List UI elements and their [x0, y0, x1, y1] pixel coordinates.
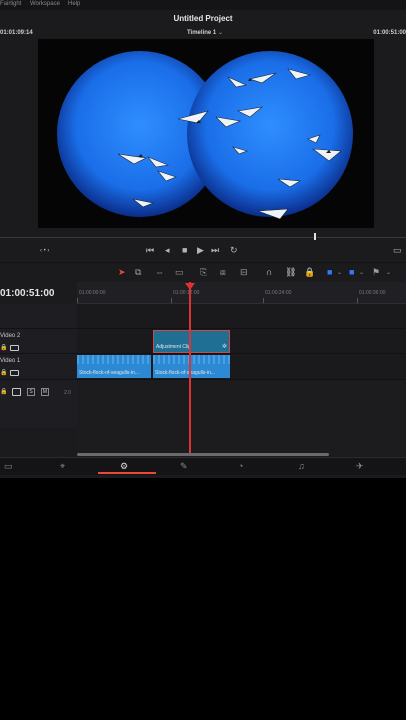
skip-start-icon[interactable]: ⏮	[146, 245, 154, 256]
chevron-down-icon[interactable]: ⌄	[218, 29, 223, 36]
clip-label: Adjustment Clip	[156, 344, 192, 350]
viewer-side-panel	[0, 39, 38, 228]
timeline-scrollbar[interactable]	[77, 453, 329, 456]
scrub-track	[0, 237, 406, 238]
media-icon[interactable]: ▭	[4, 461, 13, 472]
record-timecode: 01:00:51:00	[373, 30, 406, 36]
scrub-playhead[interactable]	[314, 233, 316, 240]
video-clip[interactable]: Stock-flock-of-seagulls-in...	[77, 355, 151, 378]
menu-bar: Fairlight Workspace Help	[0, 0, 406, 10]
dots-icon[interactable]: ‹ • ›	[40, 248, 49, 254]
video-viewer[interactable]	[38, 39, 374, 228]
track-header-video-2[interactable]: Video 2 🔒	[0, 329, 77, 354]
lock-icon[interactable]: 🔒	[0, 388, 7, 395]
insert-clip-icon[interactable]: ⎘	[200, 267, 207, 278]
trim-tool-icon[interactable]: ⧉	[135, 267, 141, 278]
timeline-timecode: 01:00:51:00	[0, 288, 55, 299]
deliver-icon[interactable]: ✈	[356, 461, 364, 472]
project-title: Untitled Project	[173, 14, 233, 23]
color-icon[interactable]: ◔	[238, 461, 243, 471]
edit-toolbar: ➤ ⧉ ⇔ ▭ ⎘ ⧈ ⊟ ∩ ⛓ 🔒 ■ ⌄ ■ ⌄ ⚑ ⌄	[0, 262, 406, 282]
transport-controls: ‹ • › ⏮ ◂ ■ ▶ ⏭ ↻ ▭	[0, 244, 406, 262]
playhead-line[interactable]	[189, 282, 191, 453]
expand-icon[interactable]: ▭	[393, 245, 402, 256]
ruler-tick	[77, 298, 78, 303]
track-area-video-2[interactable]	[77, 329, 406, 354]
cut-icon[interactable]: ⌖	[60, 461, 65, 472]
fairlight-icon[interactable]: ♫	[298, 461, 305, 471]
monitor-icon[interactable]	[10, 345, 19, 351]
ruler-tick	[357, 298, 358, 303]
binocular-frame-image	[57, 51, 353, 220]
clip-label: Stock-flock-of-seagulls-in...	[155, 370, 216, 376]
stop-icon[interactable]: ■	[182, 245, 187, 255]
clip-thumbnail-strip	[77, 355, 151, 364]
track-header-audio-1[interactable]: 🔒 S M 2.0	[0, 380, 77, 428]
fx-icon: ✲	[221, 344, 227, 350]
lock-icon[interactable]: 🔒	[0, 369, 7, 376]
clip-thumbnail-strip	[153, 355, 230, 364]
auto-select-icon[interactable]	[12, 388, 21, 396]
clip-label: Stock-flock-of-seagulls-in...	[79, 370, 140, 376]
viewer-header: 01:01:09:14 Timeline 1 ⌄ 01:00:51:00	[0, 28, 406, 39]
mute-button[interactable]: M	[41, 388, 49, 396]
ruler-tick	[171, 298, 172, 303]
solo-button[interactable]: S	[27, 388, 35, 396]
snapping-icon[interactable]: ∩	[266, 267, 272, 277]
chevron-down-icon[interactable]: ⌄	[337, 269, 342, 276]
ruler-label: 01:00:24:00	[265, 290, 292, 296]
chevron-down-icon[interactable]: ⌄	[359, 269, 364, 276]
title-bar: Untitled Project	[0, 10, 406, 28]
ruler-label: 01:00:36:00	[359, 290, 386, 296]
track-area-empty	[77, 304, 406, 329]
clip-color-icon[interactable]: ⚑	[372, 267, 380, 278]
marker-color-icon[interactable]: ■	[349, 267, 354, 277]
overwrite-clip-icon[interactable]: ⧈	[220, 267, 226, 278]
track-area-audio-1[interactable]	[77, 380, 406, 455]
chevron-down-icon[interactable]: ⌄	[386, 269, 391, 276]
source-timecode: 01:01:09:14	[0, 30, 33, 36]
viewer-scrubber[interactable]	[0, 228, 406, 244]
fusion-icon[interactable]: ✎	[180, 461, 188, 472]
skip-end-icon[interactable]: ⏭	[211, 245, 219, 256]
menu-workspace[interactable]: Workspace	[30, 1, 60, 7]
ruler-label: 01:00:12:00	[173, 290, 200, 296]
timeline-ruler[interactable]: 01:00:00:00 01:00:12:00 01:00:24:00 01:0…	[77, 282, 406, 304]
replace-clip-icon[interactable]: ⊟	[240, 267, 248, 278]
ruler-label: 01:00:00:00	[79, 290, 106, 296]
prev-frame-icon[interactable]: ◂	[165, 245, 170, 256]
active-page-indicator	[98, 472, 156, 474]
track-name: Video 1	[0, 358, 21, 364]
ruler-tick	[263, 298, 264, 303]
timeline-selector[interactable]: Timeline 1	[187, 30, 216, 36]
dynamic-trim-icon[interactable]: ⇔	[155, 267, 164, 277]
adjustment-clip[interactable]: Adjustment Clip ✲	[153, 330, 230, 353]
play-icon[interactable]: ▶	[197, 245, 204, 256]
flag-color-icon[interactable]: ■	[327, 267, 332, 277]
lock-icon[interactable]: 🔒	[304, 267, 315, 278]
selection-tool-icon[interactable]: ➤	[118, 267, 126, 278]
page-navigation-bar: ▭ ⌖ ⚙ ✎ ◔ ♫ ✈	[0, 457, 406, 475]
resolve-app: Fairlight Workspace Help Untitled Projec…	[0, 0, 406, 478]
monitor-icon[interactable]	[10, 370, 19, 376]
lock-icon[interactable]: 🔒	[0, 344, 7, 351]
edit-icon[interactable]: ⚙	[120, 461, 128, 472]
track-name: Video 2	[0, 333, 21, 339]
blade-tool-icon[interactable]: ▭	[175, 267, 184, 278]
link-icon[interactable]: ⛓	[285, 267, 296, 278]
audio-level: 2.0	[64, 390, 71, 396]
track-header-video-1[interactable]: Video 1 🔒	[0, 354, 77, 380]
menu-fairlight[interactable]: Fairlight	[0, 1, 21, 7]
video-clip[interactable]: Stock-flock-of-seagulls-in...	[153, 355, 230, 378]
loop-icon[interactable]: ↻	[230, 245, 238, 256]
track-header-empty	[0, 304, 77, 329]
menu-help[interactable]: Help	[68, 1, 80, 7]
